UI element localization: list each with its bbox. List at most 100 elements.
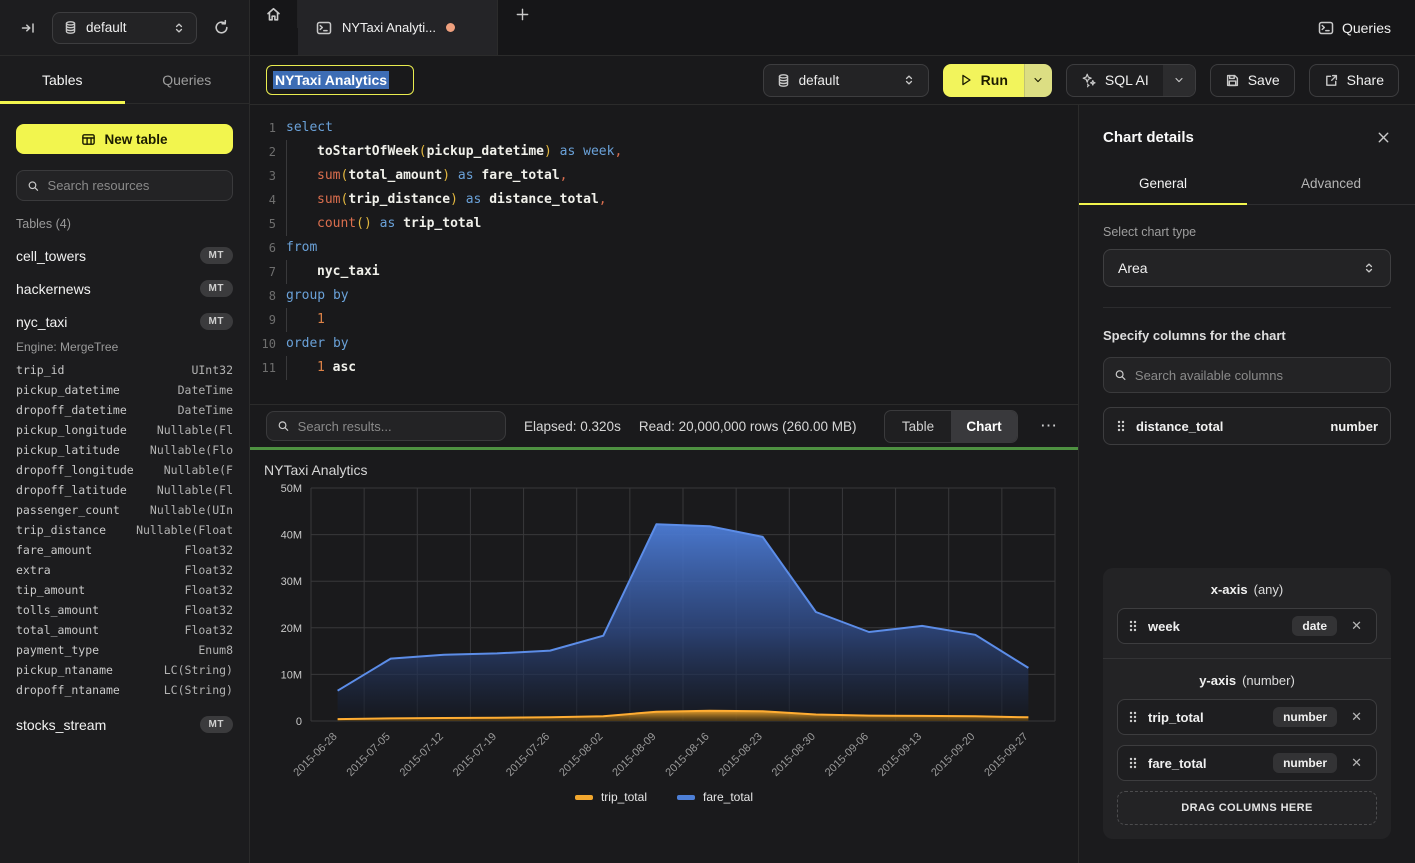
- table-item[interactable]: nyc_taxiMT: [0, 305, 249, 338]
- share-icon: [1324, 73, 1339, 88]
- rows-read: Read: 20,000,000 rows (260.00 MB): [639, 419, 857, 434]
- query-title-input[interactable]: NYTaxi Analytics: [266, 65, 414, 95]
- table-item[interactable]: cell_towersMT: [0, 239, 249, 272]
- column-name: pickup_datetime: [16, 383, 178, 397]
- x-axis-section: x-axis(any) weekdate✕: [1103, 568, 1391, 658]
- column-name: pickup_ntaname: [16, 663, 164, 677]
- column-row: total_amountFloat32: [0, 620, 249, 640]
- new-table-button[interactable]: New table: [16, 124, 233, 154]
- column-row: dropoff_ntanameLC(String): [0, 680, 249, 700]
- unsaved-dot: [446, 23, 455, 32]
- tab-nytaxi-analytics[interactable]: NYTaxi Analyti...: [298, 0, 498, 55]
- drop-zone[interactable]: DRAG COLUMNS HERE: [1117, 791, 1377, 825]
- remove-column-button[interactable]: ✕: [1347, 755, 1366, 771]
- results-search-input[interactable]: [298, 419, 495, 434]
- run-options-button[interactable]: [1024, 64, 1052, 97]
- line-number: 1: [250, 116, 286, 140]
- code-text: nyc_taxi: [286, 260, 380, 284]
- axis-column-fare_total[interactable]: fare_totalnumber✕: [1117, 745, 1377, 781]
- line-number: 8: [250, 284, 286, 308]
- queries-button[interactable]: Queries: [1294, 0, 1415, 55]
- queries-button-label: Queries: [1342, 20, 1391, 36]
- chart-legend: trip_total fare_total: [250, 790, 1078, 804]
- line-number: 7: [250, 260, 286, 284]
- axis-column-trip_total[interactable]: trip_totalnumber✕: [1117, 699, 1377, 735]
- table-item[interactable]: hackernewsMT: [0, 272, 249, 305]
- remove-column-button[interactable]: ✕: [1347, 618, 1366, 634]
- code-text: from: [286, 236, 317, 260]
- column-type: Nullable(UIn: [150, 503, 233, 517]
- more-options-button[interactable]: ⋯: [1036, 416, 1062, 436]
- home-icon: [265, 6, 282, 23]
- svg-text:2015-07-12: 2015-07-12: [398, 731, 446, 779]
- panel-tab-advanced[interactable]: Advanced: [1247, 162, 1415, 204]
- sparkles-icon: [1081, 72, 1097, 88]
- home-button[interactable]: [250, 0, 298, 28]
- column-chip-name: distance_total: [1136, 419, 1320, 434]
- legend-item-fare_total[interactable]: fare_total: [677, 790, 753, 804]
- drag-handle-icon: [1116, 419, 1126, 433]
- panel-tabs: General Advanced: [1079, 162, 1415, 205]
- database-selector[interactable]: default: [52, 12, 197, 44]
- query-database-selector[interactable]: default: [763, 64, 929, 97]
- legend-label: trip_total: [601, 790, 647, 804]
- column-type: Float32: [185, 603, 233, 617]
- view-toggle-table[interactable]: Table: [885, 411, 951, 442]
- axis-column-week[interactable]: weekdate✕: [1117, 608, 1377, 644]
- column-name: payment_type: [16, 643, 198, 657]
- line-number: 11: [250, 356, 286, 380]
- column-name: pickup_longitude: [16, 423, 157, 437]
- share-button[interactable]: Share: [1309, 64, 1399, 97]
- svg-text:50M: 50M: [281, 483, 302, 495]
- code-text: order by: [286, 332, 349, 356]
- column-search-input[interactable]: [1135, 368, 1380, 383]
- axis-column-name: trip_total: [1148, 710, 1263, 725]
- column-type: Float32: [185, 563, 233, 577]
- sidebar-tab-queries[interactable]: Queries: [125, 56, 250, 103]
- save-button[interactable]: Save: [1210, 64, 1295, 97]
- column-search[interactable]: [1103, 357, 1391, 393]
- collapse-sidebar-button[interactable]: [14, 14, 42, 42]
- column-type: Nullable(Fl: [157, 423, 233, 437]
- refresh-button[interactable]: [207, 14, 235, 42]
- new-tab-button[interactable]: [498, 0, 546, 28]
- view-toggle-chart[interactable]: Chart: [951, 411, 1017, 442]
- legend-item-trip_total[interactable]: trip_total: [575, 790, 647, 804]
- panel-tab-general[interactable]: General: [1079, 162, 1247, 204]
- close-icon[interactable]: [1376, 130, 1391, 145]
- chart-canvas[interactable]: 010M20M30M40M50M2015-06-282015-07-052015…: [250, 478, 1078, 788]
- results-search[interactable]: [266, 411, 506, 441]
- code-line: 4sum(trip_distance) as distance_total,: [250, 188, 1078, 212]
- column-name: passenger_count: [16, 503, 150, 517]
- query-toolbar: NYTaxi Analytics default: [250, 56, 1415, 105]
- code-line: 111 asc: [250, 356, 1078, 380]
- code-line: 5count() as trip_total: [250, 212, 1078, 236]
- sql-editor[interactable]: 1select2toStartOfWeek(pickup_datetime) a…: [250, 105, 1078, 404]
- code-line: 91: [250, 308, 1078, 332]
- remove-column-button[interactable]: ✕: [1347, 709, 1366, 725]
- columns-spec-label: Specify columns for the chart: [1103, 328, 1391, 343]
- column-name: dropoff_latitude: [16, 483, 157, 497]
- code-text: 1: [286, 308, 325, 332]
- sql-ai-options-button[interactable]: [1163, 65, 1195, 96]
- terminal-icon: [1318, 20, 1334, 36]
- column-name: dropoff_ntaname: [16, 683, 164, 697]
- code-text: select: [286, 116, 333, 140]
- column-row: pickup_ntanameLC(String): [0, 660, 249, 680]
- column-row: dropoff_longitudeNullable(F: [0, 460, 249, 480]
- sql-ai-button[interactable]: SQL AI: [1067, 65, 1163, 96]
- line-number: 3: [250, 164, 286, 188]
- available-column-distance_total[interactable]: distance_totalnumber: [1103, 407, 1391, 445]
- chart-type-select[interactable]: Area: [1103, 249, 1391, 287]
- available-columns-list: distance_totalnumber: [1103, 407, 1391, 445]
- code-line: 7nyc_taxi: [250, 260, 1078, 284]
- query-database-value: default: [799, 73, 894, 88]
- run-button[interactable]: Run: [943, 64, 1024, 97]
- engine-badge: MT: [200, 716, 233, 733]
- resource-search-input[interactable]: [48, 178, 222, 193]
- line-number: 10: [250, 332, 286, 356]
- table-item[interactable]: stocks_streamMT: [0, 708, 249, 741]
- column-row: payment_typeEnum8: [0, 640, 249, 660]
- resource-search[interactable]: [16, 170, 233, 201]
- sidebar-tab-tables[interactable]: Tables: [0, 56, 125, 103]
